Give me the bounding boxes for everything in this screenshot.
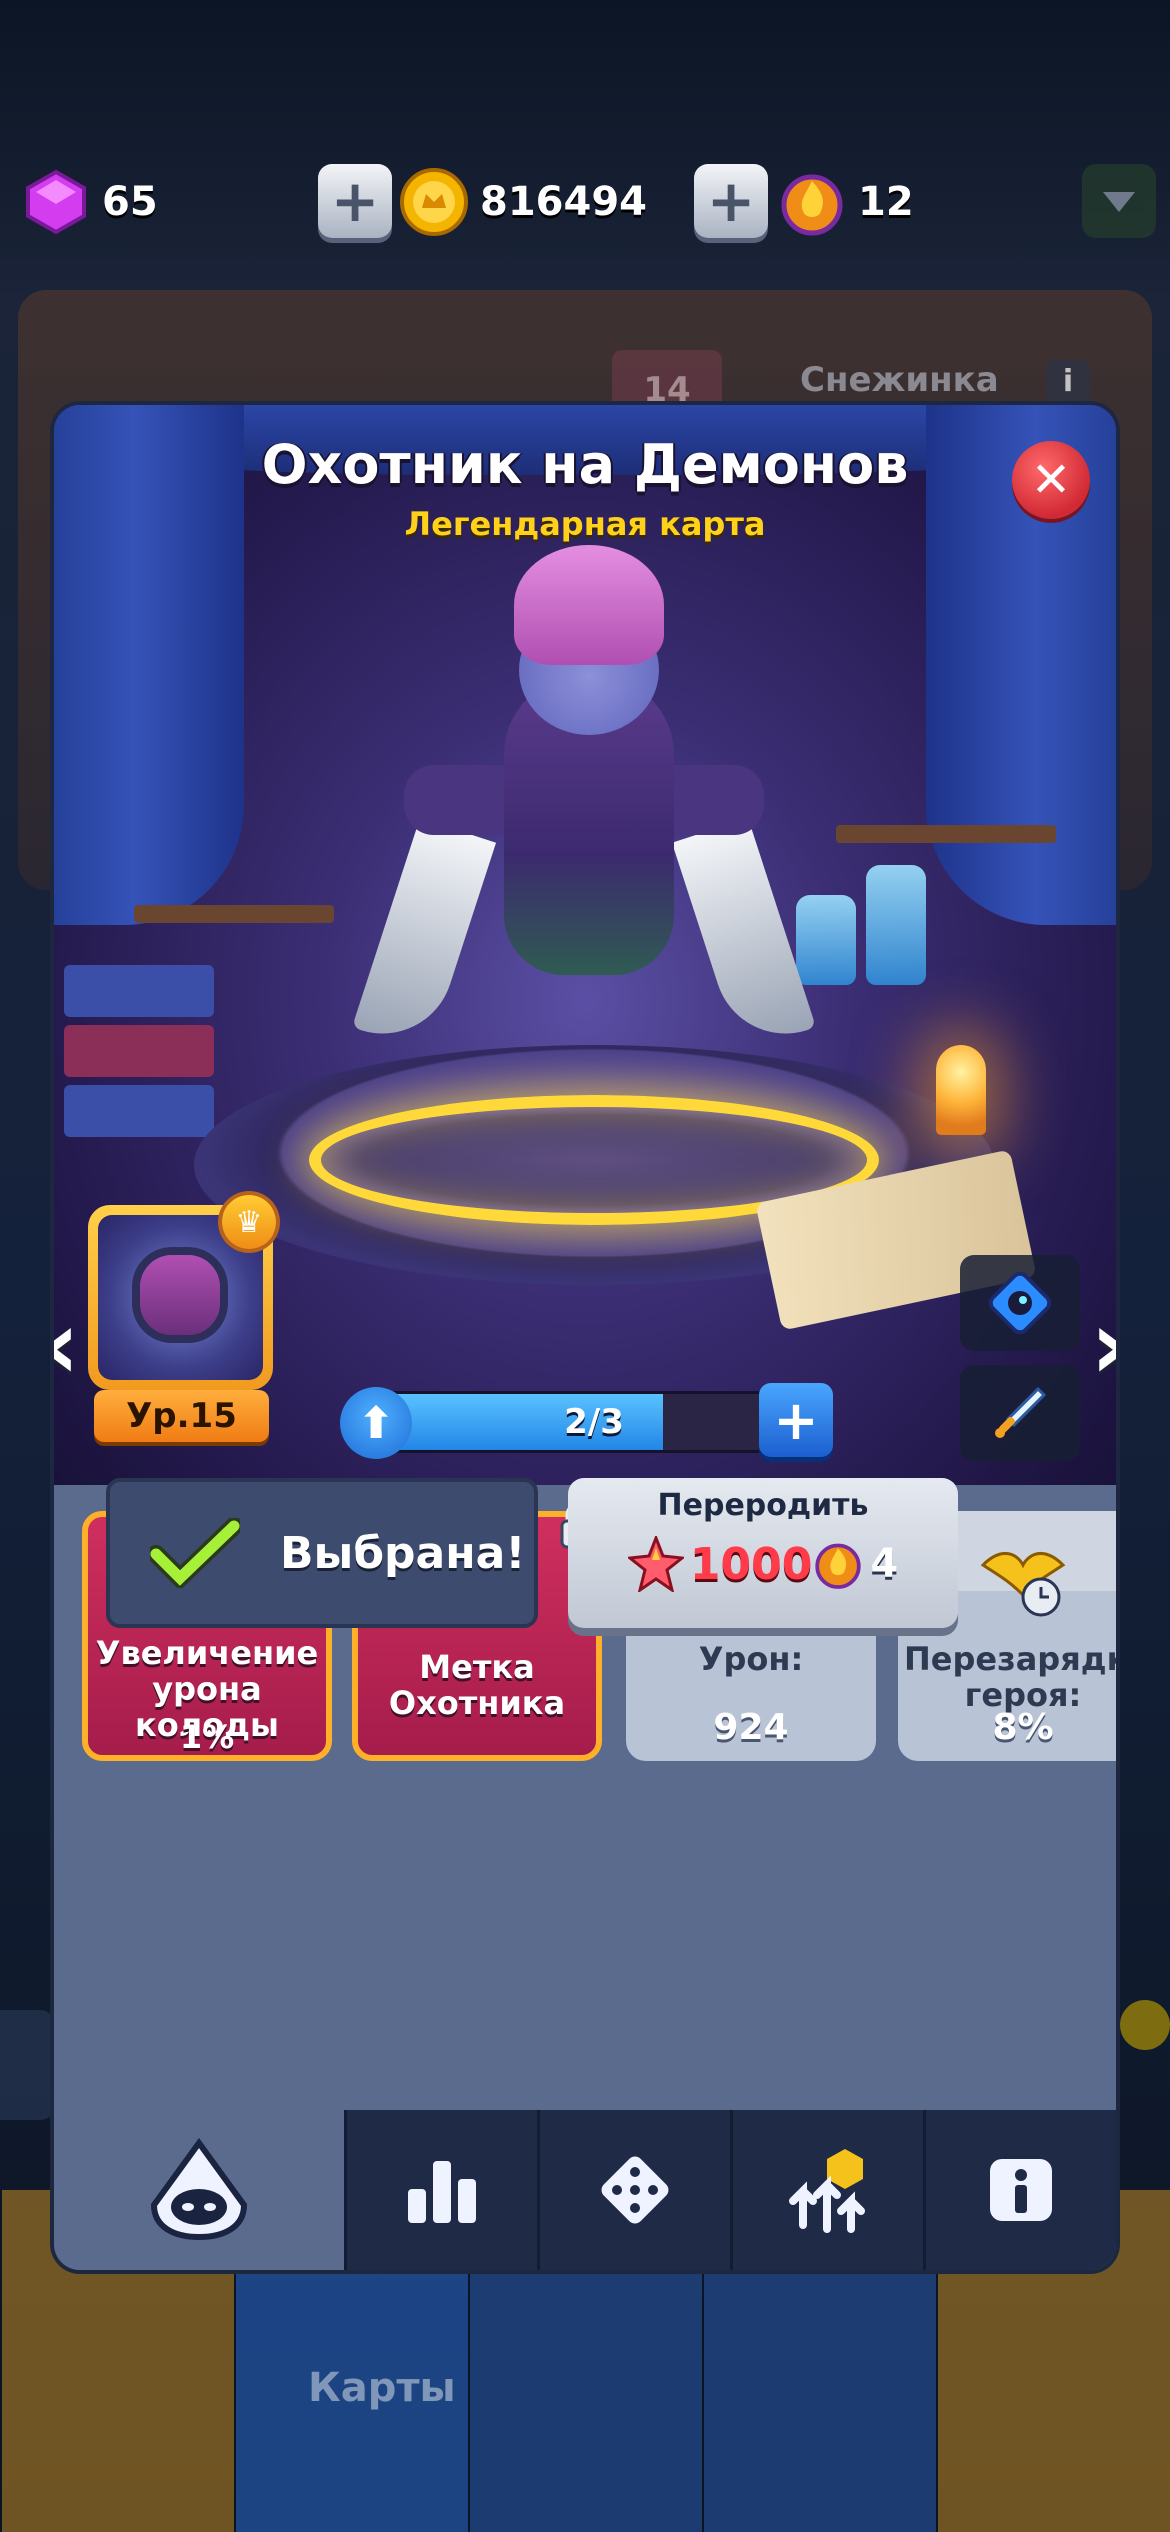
coins-value: 816494 — [480, 179, 647, 225]
hero-face-icon — [140, 1255, 220, 1335]
rarity-label: Легендарная карта — [404, 505, 766, 543]
stat-value: 1% — [179, 1718, 235, 1756]
trophies-value: 12 — [858, 179, 914, 225]
hero-level-badge: Ур.15 — [94, 1390, 269, 1442]
coins-counter: 816494 — [398, 160, 647, 244]
reroll-button[interactable]: Перeродить 1000 4 — [568, 1478, 958, 1628]
tab-info[interactable] — [923, 2110, 1116, 2270]
hero-title: Охотник на Демонов — [261, 433, 909, 496]
hero-character — [351, 525, 817, 1085]
reroll-title: Перeродить — [657, 1488, 869, 1523]
sword-icon — [995, 1386, 1047, 1438]
reroll-cost: 1000 — [689, 1538, 813, 1590]
background-card-name: Снежинка — [800, 360, 999, 400]
attack-mode-button[interactable] — [960, 1365, 1080, 1461]
crown-icon: ♛ — [222, 1195, 276, 1249]
eagle-clock-icon — [980, 1552, 1066, 1617]
selected-status-button[interactable]: Выбрана! — [106, 1478, 538, 1628]
progress-text: 2/3 — [564, 1402, 624, 1442]
tab-hero[interactable] — [54, 2110, 344, 2270]
trophies-counter: 12 — [776, 160, 914, 244]
stat-label: Метка Охотника — [388, 1648, 566, 1722]
stat-value: 8% — [992, 1707, 1054, 1748]
background-cards-label: Карты — [308, 2365, 456, 2411]
flame-trophy-icon — [776, 166, 848, 238]
hero-detail-modal: Охотник на Демонов Легендарная карта ✕ ‹… — [54, 405, 1116, 2270]
detail-tabs — [54, 2110, 1116, 2270]
stat-label: Урон: — [698, 1640, 804, 1678]
tab-dice[interactable] — [537, 2110, 730, 2270]
tab-stats[interactable] — [344, 2110, 537, 2270]
checkmark-icon — [150, 1518, 240, 1588]
upgrade-arrows-icon — [789, 2149, 865, 2233]
background-info-icon: i — [1046, 360, 1090, 404]
info-icon — [990, 2159, 1052, 2221]
upgrade-arrow-icon: ⬆ — [340, 1387, 412, 1459]
potion-bottles-decoration — [796, 835, 946, 985]
add-cards-button[interactable]: + — [759, 1383, 833, 1457]
stat-value: 924 — [713, 1707, 789, 1748]
gems-counter: 65 — [20, 160, 158, 244]
reroll-count: 4 — [870, 1541, 899, 1587]
star-shard-icon — [627, 1536, 684, 1592]
skin-preview-button[interactable] — [960, 1255, 1080, 1351]
dropdown-button[interactable] — [1082, 164, 1156, 238]
tab-upgrades[interactable] — [730, 2110, 923, 2270]
gems-value: 65 — [102, 179, 158, 225]
close-button[interactable]: ✕ — [1012, 441, 1090, 519]
selected-label: Выбрана! — [280, 1527, 526, 1579]
background-side-tab — [0, 2010, 56, 2120]
books-decoration — [64, 965, 234, 1155]
resource-bar: 65 + 816494 + 12 — [0, 160, 1170, 244]
coin-icon — [398, 166, 470, 238]
dice-icon — [601, 2156, 669, 2224]
bar-chart-icon — [408, 2161, 476, 2223]
add-gems-button[interactable]: + — [318, 164, 392, 238]
hero-hood-icon — [150, 2137, 248, 2241]
previous-hero-arrow[interactable]: ‹ — [54, 1295, 90, 1395]
stat-label: Перезарядка героя: — [904, 1640, 1116, 1714]
gem-icon — [20, 166, 92, 238]
candle-decoration — [936, 1045, 986, 1135]
hero-scene: Охотник на Демонов Легендарная карта ✕ ‹… — [54, 405, 1116, 1485]
eye-gem-icon — [988, 1271, 1052, 1335]
flame-trophy-icon — [815, 1543, 861, 1589]
next-hero-arrow[interactable]: › — [1080, 1295, 1116, 1395]
shelf-decoration — [134, 905, 334, 923]
add-coins-button[interactable]: + — [694, 164, 768, 238]
background-side-badge — [1120, 2000, 1170, 2050]
